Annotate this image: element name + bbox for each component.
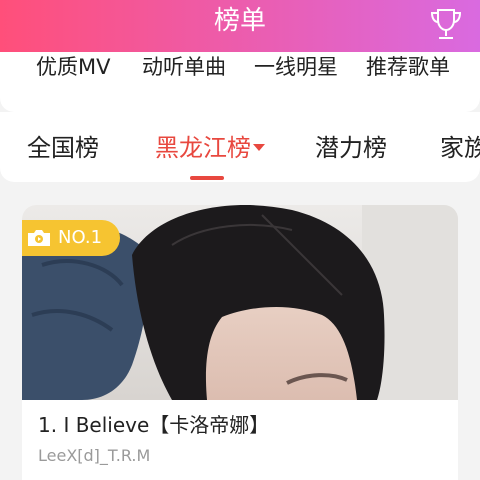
page-title: 榜单 <box>213 6 266 36</box>
sub-category-bar: 优质MV 动听单曲 一线明星 推荐歌单 <box>0 52 480 112</box>
tab-heilongjiang[interactable]: 黑龙江榜 <box>155 132 265 164</box>
sub-category-stars[interactable]: 一线明星 <box>254 52 338 82</box>
rank-badge-label: NO.1 <box>58 227 103 248</box>
header-bar: 榜单 <box>0 0 480 52</box>
tab-heilongjiang-label: 黑龙江榜 <box>155 134 251 162</box>
song-artist[interactable]: LeeX[d]_T.R.M <box>38 445 150 467</box>
caret-down-icon <box>253 143 265 151</box>
active-tab-indicator <box>190 176 224 180</box>
tab-potential[interactable]: 潜力榜 <box>315 132 387 164</box>
rank-badge: NO.1 <box>22 220 120 256</box>
sub-category-playlists[interactable]: 推荐歌单 <box>366 52 450 82</box>
tab-national[interactable]: 全国榜 <box>27 132 99 164</box>
trophy-icon[interactable] <box>426 4 466 44</box>
chart-tab-bar: 全国榜 黑龙江榜 潜力榜 家族 <box>0 112 480 182</box>
song-title[interactable]: 1. I Believe【卡洛帝娜】 <box>38 411 269 439</box>
sub-category-singles[interactable]: 动听单曲 <box>142 52 226 82</box>
video-camera-icon <box>28 230 50 246</box>
sub-category-mv[interactable]: 优质MV <box>36 52 110 82</box>
tab-family[interactable]: 家族 <box>440 132 480 164</box>
chart-card[interactable]: NO.1 1. I Believe【卡洛帝娜】 LeeX[d]_T.R.M <box>22 205 458 480</box>
